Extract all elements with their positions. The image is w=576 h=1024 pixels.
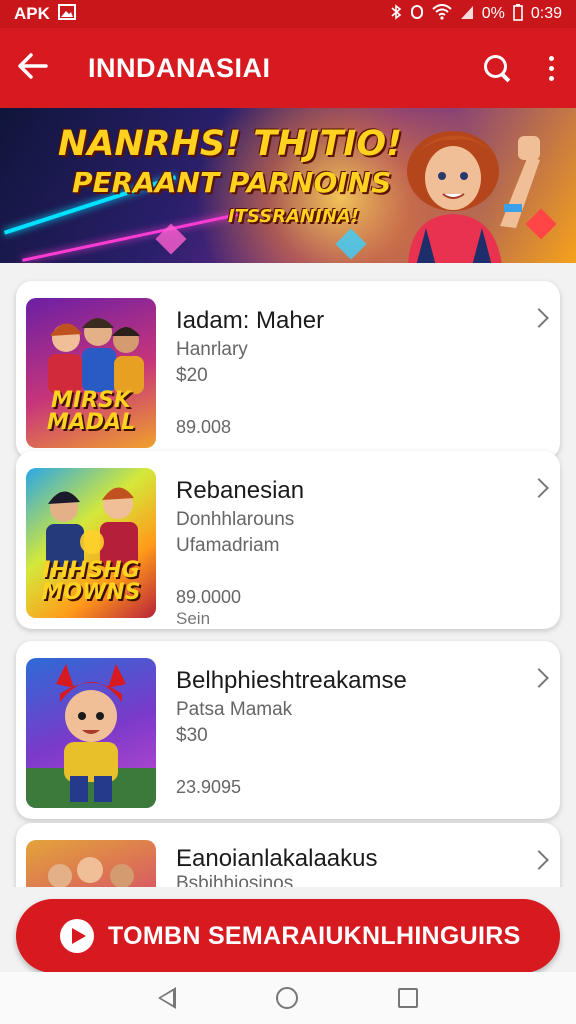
search-icon[interactable] — [483, 54, 511, 82]
item-meta-secondary: Sein — [176, 609, 211, 628]
status-left-label: APK — [14, 4, 50, 23]
page-title: INNDANASIAI — [88, 52, 271, 83]
arrow-left-icon — [18, 52, 48, 79]
item-title: Eanoianlakalaakus — [176, 845, 378, 872]
app-bar-actions — [483, 54, 558, 82]
thumbnail-art — [48, 857, 134, 887]
battery-icon — [513, 3, 523, 25]
nav-home-icon[interactable] — [276, 987, 298, 1009]
status-bar: APK 0% 0:39 — [0, 0, 576, 28]
list-item[interactable]: IHHSHG MOWNS Rebanesian Donhhlarouns Ufa… — [16, 451, 560, 629]
primary-action-button[interactable]: TOMBN SEMARAIUKNLHINGUIRS — [16, 899, 560, 973]
item-title: Belhphieshtreakamse — [176, 667, 407, 694]
banner-subheadline: PERAANT PARNOINS — [72, 166, 392, 199]
chevron-right-icon — [529, 308, 549, 328]
banner-hero-character — [407, 131, 540, 263]
chevron-right-icon — [529, 478, 549, 498]
wifi-icon — [432, 4, 452, 24]
image-notification-icon — [57, 4, 76, 24]
alarm-icon — [410, 4, 424, 24]
banner-headline: NANRHS! THJTIO! — [58, 124, 403, 164]
item-subtitle: Patsa Mamak — [176, 699, 293, 720]
banner-tagline: ITSSRANINA! — [228, 206, 360, 227]
item-subtitle: Hanrlary — [176, 339, 248, 360]
item-price: Ufamadriam — [176, 535, 280, 556]
item-meta: 89.008 — [176, 417, 232, 437]
item-price: $30 — [176, 725, 208, 746]
nav-back-icon[interactable] — [158, 987, 176, 1009]
bluetooth-icon — [390, 4, 402, 24]
thumbnail-title: IHHSHG MOWNS — [41, 558, 141, 605]
chevron-right-icon — [529, 850, 549, 870]
app-bar: INNDANASIAI — [0, 28, 576, 108]
item-meta: 23.9095 — [176, 777, 242, 797]
thumbnail-art — [26, 664, 156, 808]
product-list: MIRSK MADAL Iadam: Maher Hanrlary $20 89… — [0, 263, 576, 887]
chevron-right-icon — [529, 668, 549, 688]
item-subtitle: Bsbihhiosinos — [176, 873, 294, 887]
item-meta: 89.0000 — [176, 587, 242, 607]
product-thumbnail: MIRSK MADAL — [26, 298, 156, 448]
product-thumbnail: IHHSHG MOWNS — [26, 468, 156, 618]
status-left: APK — [14, 4, 76, 24]
list-item[interactable]: Eanoianlakalaakus Bsbihhiosinos — [16, 823, 560, 887]
thumbnail-title: MIRSK MADAL — [46, 388, 136, 435]
status-right: 0% 0:39 — [390, 3, 562, 25]
item-title: Iadam: Maher — [176, 307, 325, 334]
battery-percent: 0% — [481, 5, 505, 22]
list-item[interactable]: Belhphieshtreakamse Patsa Mamak $30 23.9… — [16, 641, 560, 819]
cta-area: TOMBN SEMARAIUKNLHINGUIRS — [0, 887, 576, 973]
signal-icon — [460, 4, 474, 24]
product-thumbnail — [26, 658, 156, 808]
item-subtitle: Donhhlarouns — [176, 509, 295, 530]
primary-action-label: TOMBN SEMARAIUKNLHINGUIRS — [108, 921, 521, 950]
item-price: $20 — [176, 365, 208, 386]
list-item[interactable]: MIRSK MADAL Iadam: Maher Hanrlary $20 89… — [16, 281, 560, 459]
system-nav-bar — [0, 972, 576, 1024]
item-title: Rebanesian — [176, 477, 305, 504]
back-button[interactable] — [18, 49, 62, 88]
play-icon — [60, 919, 94, 953]
promo-banner[interactable]: NANRHS! THJTIO! PERAANT PARNOINS ITSSRAN… — [0, 108, 576, 263]
more-vertical-icon[interactable] — [545, 55, 558, 81]
status-time: 0:39 — [530, 5, 562, 22]
product-thumbnail — [26, 840, 156, 887]
nav-recents-icon[interactable] — [398, 988, 418, 1008]
